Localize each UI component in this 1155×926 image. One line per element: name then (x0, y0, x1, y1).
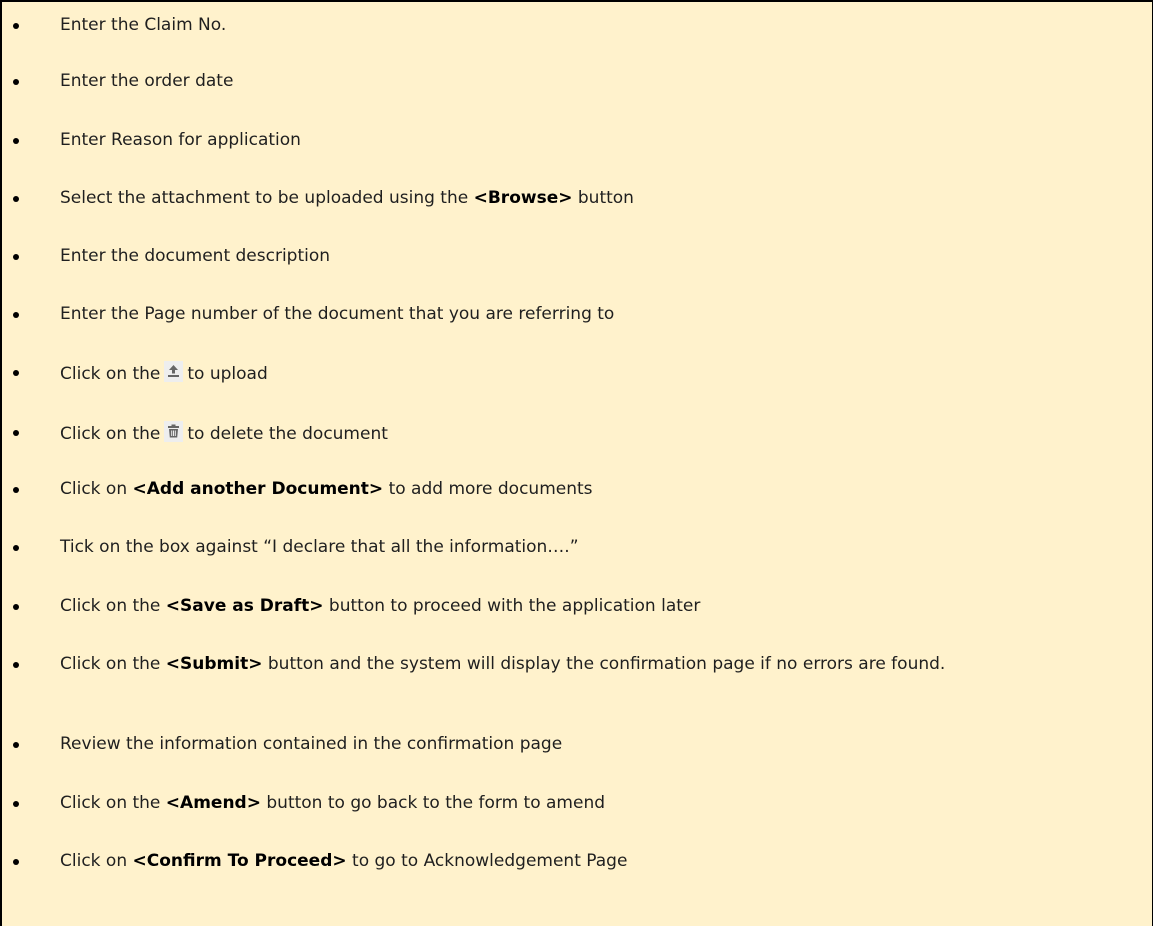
upload-icon (164, 361, 184, 382)
text-segment: to delete the document (187, 424, 388, 444)
trash-icon (164, 421, 184, 442)
list-item-text: Enter Reason for application (60, 130, 301, 150)
text-segment: button (572, 188, 634, 208)
bullet-icon (13, 138, 19, 144)
bullet-icon (13, 79, 19, 85)
list-item-text: Enter the document description (60, 246, 331, 266)
bullet-icon (13, 545, 19, 551)
bullet-icon (13, 254, 19, 260)
text-segment: Click on the (60, 793, 166, 813)
amend-button-ref: <Amend> (165, 793, 261, 813)
list-item-text: Enter the Claim No. (60, 15, 227, 35)
bullet-icon (13, 370, 19, 376)
list-item-text: Click on the to delete the document (60, 421, 1138, 445)
bullet-icon (13, 801, 19, 807)
text-segment: button to proceed with the application l… (323, 596, 701, 616)
text-segment: Click on (60, 851, 133, 871)
text-segment: button and the system will display the c… (262, 654, 946, 674)
list-item-text: Tick on the box against “I declare that … (60, 537, 579, 557)
list-item-text: Click on <Confirm To Proceed> to go to A… (60, 850, 1138, 872)
list-item-text: Click on the <Submit> button and the sys… (60, 653, 1138, 675)
browse-button-ref: <Browse> (473, 188, 573, 208)
text-segment: Click on the (60, 424, 161, 444)
bullet-icon (13, 487, 19, 493)
bullet-icon (13, 662, 19, 668)
bullet-icon (13, 742, 19, 748)
text-segment: Click on the (60, 596, 166, 616)
list-item-text: Select the attachment to be uploaded usi… (60, 187, 1138, 209)
text-segment: button to go back to the form to amend (260, 793, 606, 813)
text-segment: to go to Acknowledgement Page (346, 851, 628, 871)
list-item-text: Enter the Page number of the document th… (60, 304, 615, 324)
list-item-text: Click on the <Amend> button to go back t… (60, 792, 1138, 814)
text-segment: Select the attachment to be uploaded usi… (60, 188, 474, 208)
list-item-text: Review the information contained in the … (60, 734, 563, 754)
bullet-icon (13, 604, 19, 610)
bullet-icon (13, 312, 19, 318)
text-segment: to upload (187, 364, 268, 384)
text-segment: Click on (60, 479, 133, 499)
list-item-text: Click on <Add another Document> to add m… (60, 478, 1138, 500)
bullet-icon (13, 196, 19, 202)
text-segment: Click on the (60, 654, 166, 674)
list-item-text: Enter the order date (60, 71, 234, 91)
bullet-icon (13, 23, 19, 29)
text-segment: to add more documents (383, 479, 593, 499)
text-segment: Click on the (60, 364, 161, 384)
bullet-icon (13, 430, 19, 436)
save-draft-button-ref: <Save as Draft> (165, 596, 324, 616)
list-item-text: Click on the to upload (60, 361, 1138, 385)
instruction-list: Enter the Claim No. Enter the order date… (0, 0, 1153, 926)
bullet-icon (13, 859, 19, 865)
submit-button-ref: <Submit> (165, 654, 263, 674)
list-item-text: Click on the <Save as Draft> button to p… (60, 595, 1138, 617)
add-document-button-ref: <Add another Document> (132, 479, 384, 499)
confirm-button-ref: <Confirm To Proceed> (132, 851, 347, 871)
